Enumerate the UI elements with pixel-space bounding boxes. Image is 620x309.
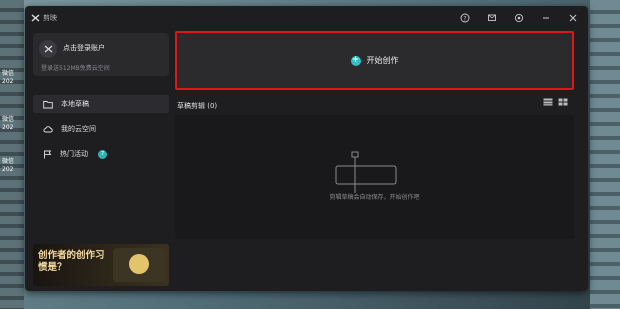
notification-badge: 7 xyxy=(98,149,107,159)
plus-circle-icon: + xyxy=(350,55,361,66)
drafts-header: 草稿剪辑 (0) xyxy=(177,101,217,111)
sidebar-item-label: 本地草稿 xyxy=(61,100,89,108)
flag-icon xyxy=(44,150,52,158)
grid-view-icon[interactable] xyxy=(557,97,568,107)
avatar[interactable] xyxy=(39,40,57,58)
start-creation-label: 开始创作 xyxy=(366,56,399,65)
desktop-icon-label[interactable]: 微信 xyxy=(2,70,20,77)
sidebar-item-label: 热门活动 xyxy=(60,150,88,158)
app-window: 剪映 ? 点击登录账户 登录送512MB免费云空间 本地草稿 我的云空间 热门活… xyxy=(25,6,588,291)
sidebar-item-cloud-space[interactable]: 我的云空间 xyxy=(33,120,169,138)
desktop-icon-label[interactable]: 微信 xyxy=(2,116,20,123)
svg-text:?: ? xyxy=(463,15,466,22)
login-title[interactable]: 点击登录账户 xyxy=(63,43,105,53)
close-icon[interactable] xyxy=(566,11,580,25)
desktop-building xyxy=(590,0,620,309)
desktop-icon-label: 202 xyxy=(2,78,14,85)
start-creation-button[interactable]: + 开始创作 xyxy=(175,31,574,90)
promo-banner[interactable]: 创作者的创作习惯是？ xyxy=(33,244,169,286)
title-bar[interactable]: 剪映 ? xyxy=(25,6,588,30)
login-subtitle: 登录送512MB免费云空间 xyxy=(41,65,110,72)
window-controls: ? xyxy=(458,11,580,25)
desktop-icon-label[interactable]: 微信 xyxy=(2,158,20,165)
app-name: 剪映 xyxy=(43,14,57,22)
banner-illustration xyxy=(113,248,165,282)
list-view-icon[interactable] xyxy=(542,97,553,107)
emoji-face-icon xyxy=(129,254,149,274)
sidebar-item-hot-events[interactable]: 热门活动 7 xyxy=(33,145,169,163)
desktop-icons: 微信 202 微信 202 微信 202 xyxy=(0,30,22,280)
login-card[interactable]: 点击登录账户 登录送512MB免费云空间 xyxy=(33,33,169,76)
empty-drafts-text: 剪辑草稿会自动保存，开始创作吧 xyxy=(329,194,420,201)
minimize-icon[interactable] xyxy=(539,11,553,25)
settings-icon[interactable] xyxy=(512,11,526,25)
sidebar-item-label: 我的云空间 xyxy=(61,125,96,133)
view-toggles xyxy=(542,97,568,107)
sidebar-item-local-drafts[interactable]: 本地草稿 xyxy=(33,95,169,113)
cloud-icon xyxy=(43,126,53,133)
drafts-area: 剪辑草稿会自动保存，开始创作吧 xyxy=(175,115,574,239)
empty-timeline-icon xyxy=(335,151,397,193)
desktop-icon-label: 202 xyxy=(2,166,14,173)
drafts-count: (0) xyxy=(207,102,218,110)
help-icon[interactable]: ? xyxy=(458,11,472,25)
drafts-title: 草稿剪辑 xyxy=(177,102,205,110)
logo-icon xyxy=(31,14,40,22)
main-panel: + 开始创作 草稿剪辑 (0) 剪辑草稿会自动保存，开始创作吧 xyxy=(175,30,588,291)
message-icon[interactable] xyxy=(485,11,499,25)
banner-text: 创作者的创作习惯是？ xyxy=(38,250,105,273)
sidebar: 点击登录账户 登录送512MB免费云空间 本地草稿 我的云空间 热门活动 7 创… xyxy=(25,30,175,291)
app-logo: 剪映 xyxy=(31,13,57,23)
folder-icon xyxy=(43,100,53,108)
user-logo-icon xyxy=(44,45,52,53)
desktop-icon-label: 202 xyxy=(2,124,14,131)
